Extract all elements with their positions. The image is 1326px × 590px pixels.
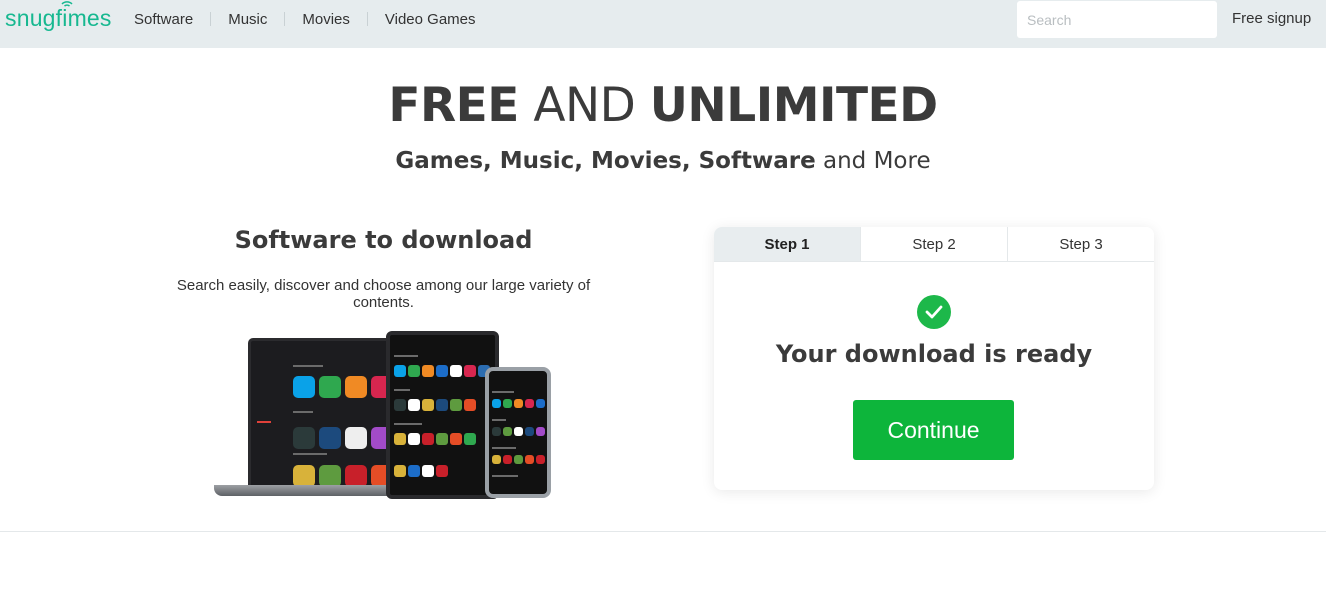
devices-illustration <box>210 325 560 505</box>
download-steps-card: Step 1 Step 2 Step 3 Your download is re… <box>714 227 1154 490</box>
hero-title: FREE AND UNLIMITED <box>0 78 1326 133</box>
phone <box>485 367 551 498</box>
hero-subtitle: Games, Music, Movies, Software and More <box>0 148 1326 174</box>
laptop-screen <box>248 338 408 488</box>
hero-subtitle-categories: Games, Music, Movies, Software <box>395 148 816 174</box>
section-divider <box>0 531 1326 532</box>
step-tabs: Step 1 Step 2 Step 3 <box>714 227 1154 262</box>
tab-step-2[interactable]: Step 2 <box>861 227 1008 261</box>
nav-item-music[interactable]: Music <box>228 11 267 28</box>
tab-step-3[interactable]: Step 3 <box>1008 227 1154 261</box>
free-signup-link[interactable]: Free signup <box>1232 10 1311 27</box>
hero-title-and: AND <box>518 78 650 133</box>
nav-separator <box>366 12 368 26</box>
nav-item-video-games[interactable]: Video Games <box>385 11 476 28</box>
nav-item-software[interactable]: Software <box>134 11 193 28</box>
nav-item-movies[interactable]: Movies <box>302 11 350 28</box>
hero-title-free: FREE <box>388 78 519 133</box>
tablet <box>386 331 499 499</box>
continue-button[interactable]: Continue <box>853 400 1014 460</box>
download-status: Your download is ready <box>775 340 1093 368</box>
top-navbar: snugfimes Software Music Movies Video Ga… <box>0 0 1326 48</box>
wifi-icon <box>61 1 73 7</box>
tab-step-1[interactable]: Step 1 <box>714 227 861 261</box>
hero-title-unlimited: UNLIMITED <box>649 78 938 133</box>
logo-text: snugfimes <box>5 5 112 31</box>
hero-subtitle-more: and More <box>815 148 931 174</box>
nav-separator <box>210 12 212 26</box>
laptop-base <box>214 485 414 496</box>
nav-separator <box>284 12 286 26</box>
promo-title: Software to download <box>234 226 533 254</box>
promo-description: Search easily, discover and choose among… <box>176 277 591 311</box>
checkmark-icon <box>917 295 951 329</box>
logo[interactable]: snugfimes <box>5 1 112 32</box>
search-input[interactable] <box>1017 1 1217 38</box>
main-nav: Software Music Movies Video Games <box>134 0 476 38</box>
